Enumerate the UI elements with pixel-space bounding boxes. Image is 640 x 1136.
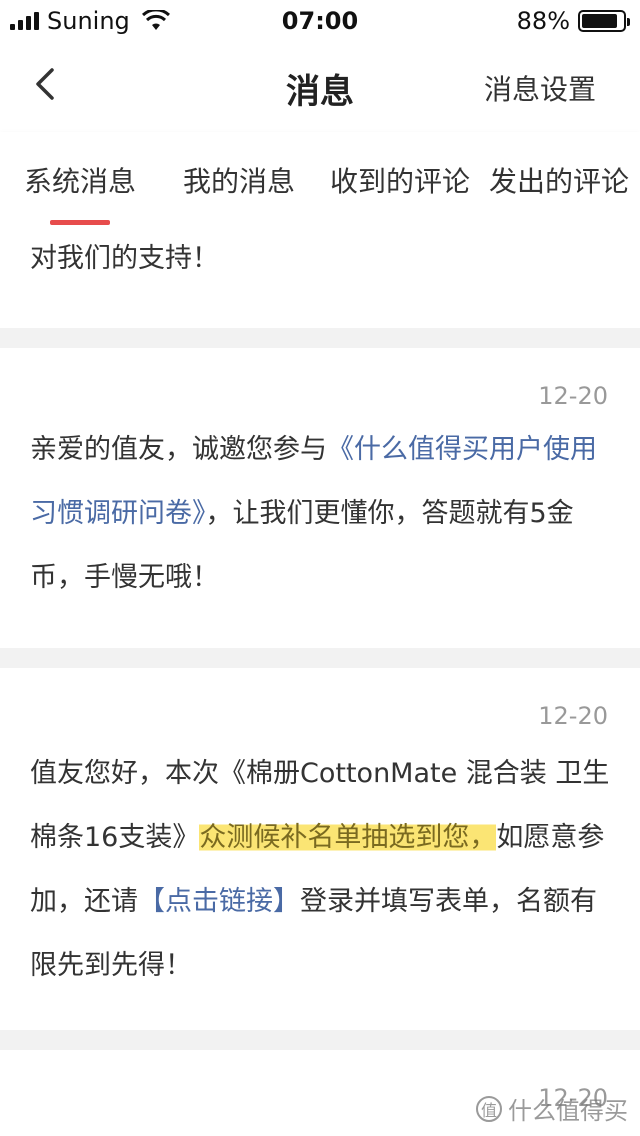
- status-bar: Suning 07:00 88%: [0, 0, 640, 40]
- tab-received-comments[interactable]: 收到的评论: [330, 160, 470, 200]
- battery-fill: [582, 14, 618, 28]
- message-settings-button[interactable]: 消息设置: [484, 68, 596, 108]
- tab-my-messages[interactable]: 我的消息: [183, 160, 295, 200]
- message-card: 对我们的支持！: [0, 230, 640, 328]
- message-text: 对我们的支持！: [30, 243, 219, 274]
- message-body: 亲爱的值友，诚邀您参与: [30, 434, 327, 465]
- message-text: 值友您好，本次《棉册CottonMate 混合装 卫生棉条16支装》众测候补名单…: [30, 742, 610, 998]
- message-card: 12-20 值友您好，本次《棉册CottonMate 混合装 卫生棉条16支装》…: [0, 668, 640, 1030]
- highlighted-text: 众测候补名单抽选到您，: [199, 822, 497, 853]
- message-text: 亲爱的值友，诚邀您参与《什么值得买用户使用习惯调研问卷》，让我们更懂你，答题就有…: [30, 418, 610, 610]
- battery-percent: 88%: [516, 7, 570, 35]
- active-tab-indicator: [50, 220, 110, 225]
- nav-bar: 消息 消息设置: [0, 40, 640, 132]
- watermark-text: 什么值得买: [508, 1097, 628, 1125]
- status-right: 88%: [516, 7, 630, 35]
- message-date: 12-20: [538, 702, 608, 730]
- tab-system-messages[interactable]: 系统消息: [24, 160, 136, 200]
- battery-icon: [578, 10, 630, 32]
- message-date: 12-20: [538, 382, 608, 410]
- watermark-logo-icon: 值: [476, 1095, 502, 1122]
- click-link[interactable]: 【点击链接】: [138, 886, 300, 917]
- message-card: 12-20 亲爱的值友，诚邀您参与《什么值得买用户使用习惯调研问卷》，让我们更懂…: [0, 348, 640, 648]
- watermark: 值 什么值得买: [476, 1091, 628, 1126]
- tab-bar: 系统消息 我的消息 收到的评论 发出的评论: [0, 132, 640, 230]
- tab-sent-comments[interactable]: 发出的评论: [489, 160, 629, 200]
